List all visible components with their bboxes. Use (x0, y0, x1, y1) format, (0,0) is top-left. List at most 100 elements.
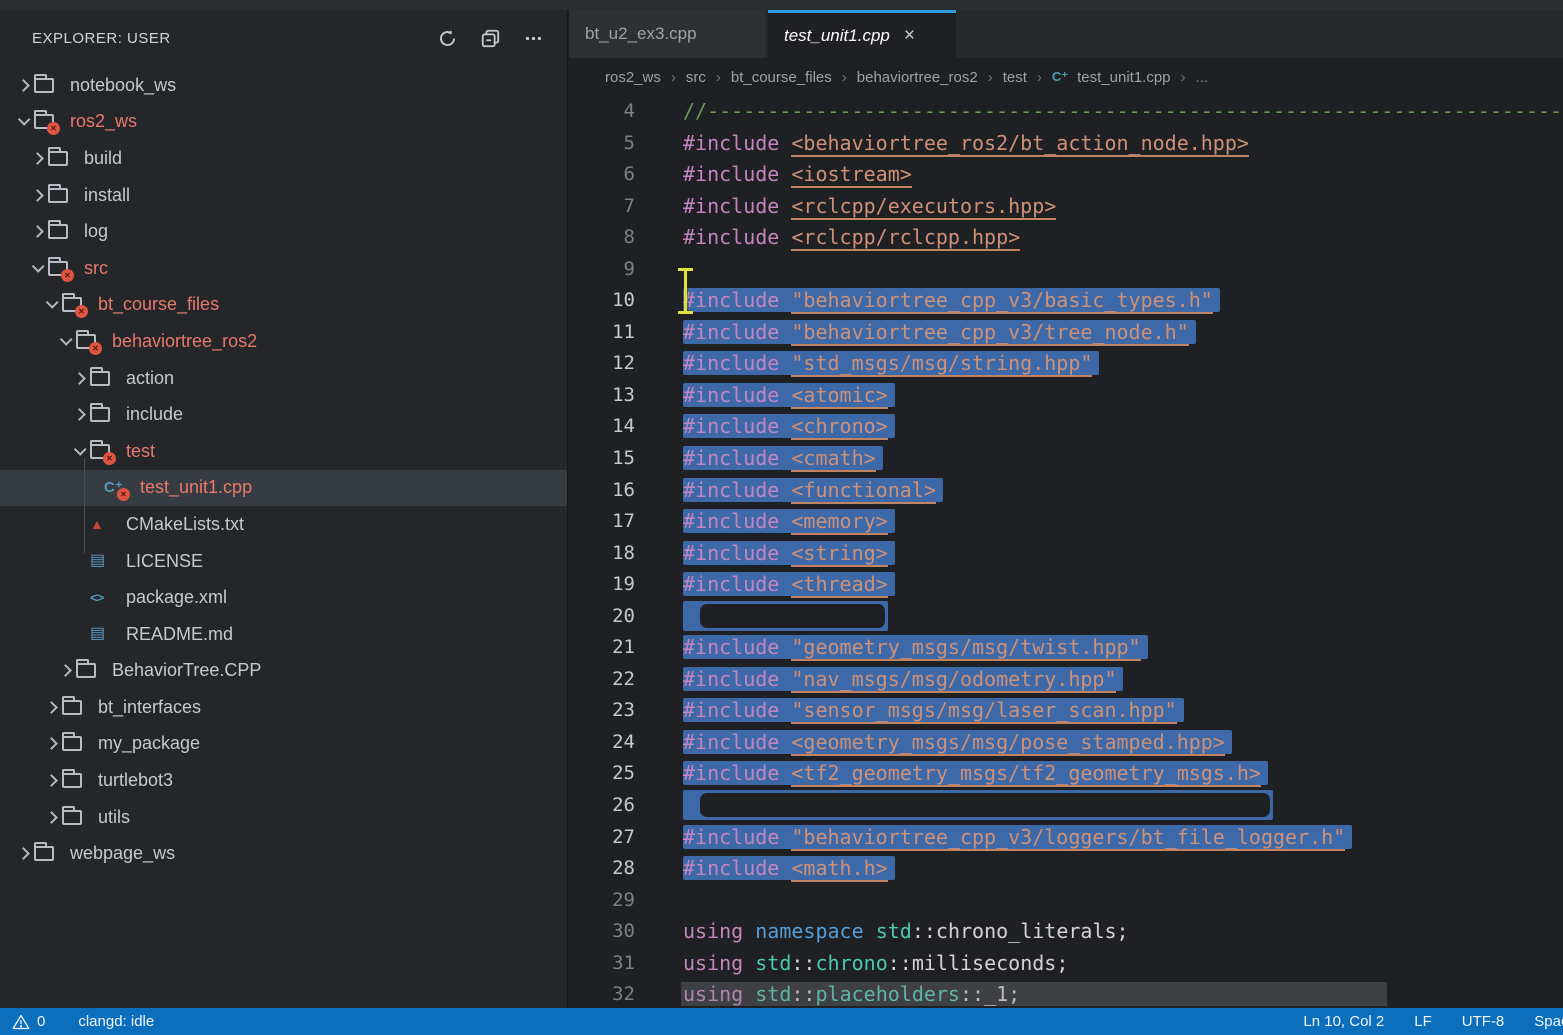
breadcrumb-item-src[interactable]: src (686, 69, 706, 86)
tree-item-action[interactable]: action (0, 360, 567, 397)
tree-item-CMakeLists.txt[interactable]: ▲CMakeLists.txt (0, 506, 567, 543)
warning-icon[interactable] (12, 1014, 30, 1030)
code-line-text: #include "sensor_msgs/msg/laser_scan.hpp… (683, 695, 1184, 727)
folder-icon (62, 773, 82, 788)
tree-item-LICENSE[interactable]: ▤LICENSE (0, 543, 567, 580)
code-line-text: #include <memory> (683, 506, 895, 538)
tree-item-include[interactable]: include (0, 396, 567, 433)
chevron-right-icon[interactable] (59, 664, 72, 677)
folder-icon (48, 151, 68, 166)
chevron-right-icon[interactable] (45, 738, 58, 751)
breadcrumb-item-test_unit1.cpp[interactable]: test_unit1.cpp (1077, 69, 1170, 86)
chevron-down-icon[interactable] (17, 113, 30, 126)
tree-item-src[interactable]: ✕src (0, 250, 567, 287)
tree-item-label: LICENSE (126, 551, 203, 572)
chevron-right-icon[interactable] (31, 189, 44, 202)
cpp-icon: C⁺ (1052, 69, 1068, 85)
gutter-line-number: 6 (569, 159, 635, 191)
tree-item-behaviortree_ros2[interactable]: ✕behaviortree_ros2 (0, 323, 567, 360)
code-line-text: #include <rclcpp/executors.hpp> (683, 191, 1056, 223)
chevron-down-icon[interactable] (59, 333, 72, 346)
tree-item-test_unit1.cpp[interactable]: C⁺✕test_unit1.cpp (0, 470, 567, 507)
vscode-window: EXPLORER: USER notebook_ws✕ros2_wsbuildi… (0, 0, 1563, 1035)
chevron-right-icon[interactable] (73, 372, 86, 385)
code-line-text: #include "std_msgs/msg/string.hpp" (683, 348, 1099, 380)
chevron-right-icon[interactable] (45, 811, 58, 824)
tree-item-bt_course_files[interactable]: ✕bt_course_files (0, 287, 567, 324)
code-line-text: #include <chrono> (683, 411, 895, 443)
selection-highlight: #include <memory> (683, 509, 895, 533)
tree-item-notebook_ws[interactable]: notebook_ws (0, 67, 567, 104)
gutter-line-number: 12 (569, 348, 635, 380)
horizontal-scrollbar[interactable] (681, 982, 1387, 1006)
explorer-header: EXPLORER: USER (0, 10, 567, 66)
refresh-icon[interactable] (438, 29, 457, 48)
editor[interactable]: ros2_ws›src›bt_course_files›behaviortree… (569, 58, 1563, 1008)
code-area[interactable]: 4//-------------------------------------… (569, 96, 1563, 1008)
tab-close-icon[interactable]: × (904, 25, 915, 47)
indent-indicator[interactable]: Spaces: 4 (1534, 1013, 1563, 1030)
tree-item-build[interactable]: build (0, 140, 567, 177)
chevron-right-icon[interactable] (45, 701, 58, 714)
code-line-text: #include <atomic> (683, 380, 895, 412)
chevron-right-icon[interactable] (31, 225, 44, 238)
more-actions-icon[interactable] (524, 29, 543, 48)
chevron-down-icon[interactable] (73, 443, 86, 456)
code-line: 8#include <rclcpp/rclcpp.hpp> (569, 222, 1563, 254)
code-line: 4//-------------------------------------… (569, 96, 1563, 128)
tree-item-my_package[interactable]: my_package (0, 726, 567, 763)
chevron-right-icon[interactable] (73, 408, 86, 421)
breadcrumb-separator: › (1180, 69, 1187, 86)
eol-indicator[interactable]: LF (1414, 1013, 1432, 1030)
selection-highlight: #include <thread> (683, 572, 895, 596)
code-line: 27#include "behaviortree_cpp_v3/loggers/… (569, 822, 1563, 854)
code-line-text: using std::chrono::milliseconds; (683, 948, 1068, 980)
tree-item-turtlebot3[interactable]: turtlebot3 (0, 762, 567, 799)
clangd-status[interactable]: clangd: idle (78, 1013, 154, 1030)
folder-icon (62, 736, 82, 751)
breadcrumb-item-...[interactable]: ... (1196, 69, 1209, 86)
breadcrumb-item-behaviortree_ros2[interactable]: behaviortree_ros2 (857, 69, 978, 86)
code-line: 14 #include <chrono> (569, 411, 1563, 443)
encoding-indicator[interactable]: UTF-8 (1462, 1013, 1505, 1030)
tree-item-label: utils (98, 807, 130, 828)
breadcrumb-item-test[interactable]: test (1003, 69, 1027, 86)
gutter-line-number: 26 (569, 790, 635, 822)
breadcrumb-item-ros2_ws[interactable]: ros2_ws (605, 69, 661, 86)
cursor-position[interactable]: Ln 10, Col 2 (1303, 1013, 1384, 1030)
tree-item-ros2_ws[interactable]: ✕ros2_ws (0, 104, 567, 141)
tree-item-webpage_ws[interactable]: webpage_ws (0, 835, 567, 872)
tree-item-utils[interactable]: utils (0, 799, 567, 836)
problems-count[interactable]: 0 (37, 1013, 45, 1030)
folder-icon (34, 846, 54, 861)
tree-item-label: README.md (126, 624, 233, 645)
tab-bt_u2_ex3.cpp[interactable]: bt_u2_ex3.cpp (569, 10, 766, 58)
chevron-down-icon[interactable] (45, 296, 58, 309)
tree-item-label: action (126, 368, 174, 389)
chevron-right-icon[interactable] (17, 79, 30, 92)
code-line: 28#include <math.h> (569, 853, 1563, 885)
tree-item-README.md[interactable]: ▤ README.md (0, 616, 567, 653)
breadcrumb-separator: › (715, 69, 722, 86)
gutter-line-number: 14 (569, 411, 635, 443)
tree-item-label: ros2_ws (70, 111, 137, 132)
breadcrumb-item-bt_course_files[interactable]: bt_course_files (731, 69, 832, 86)
book-file-icon: ▤ (90, 626, 105, 642)
tree-item-install[interactable]: install (0, 177, 567, 214)
tree-item-BehaviorTree.CPP[interactable]: BehaviorTree.CPP (0, 653, 567, 690)
collapse-all-icon[interactable] (481, 29, 500, 48)
tab-test_unit1.cpp[interactable]: test_unit1.cpp× (768, 10, 956, 58)
gutter-line-number: 31 (569, 948, 635, 980)
chevron-down-icon[interactable] (31, 260, 44, 273)
tab-bar: bt_u2_ex3.cpptest_unit1.cpp× (569, 10, 1563, 58)
tree-item-bt_interfaces[interactable]: bt_interfaces (0, 689, 567, 726)
chevron-right-icon[interactable] (45, 774, 58, 787)
tree-item-log[interactable]: log (0, 213, 567, 250)
code-line-text: #include "behaviortree_cpp_v3/tree_node.… (683, 317, 1196, 349)
tree-item-test[interactable]: ✕test (0, 433, 567, 470)
chevron-right-icon[interactable] (17, 847, 30, 860)
chevron-right-icon[interactable] (31, 152, 44, 165)
code-line-text: #include <string> (683, 538, 895, 570)
code-line-text: #include <iostream> (683, 159, 912, 191)
tree-item-package.xml[interactable]: <>package.xml (0, 579, 567, 616)
